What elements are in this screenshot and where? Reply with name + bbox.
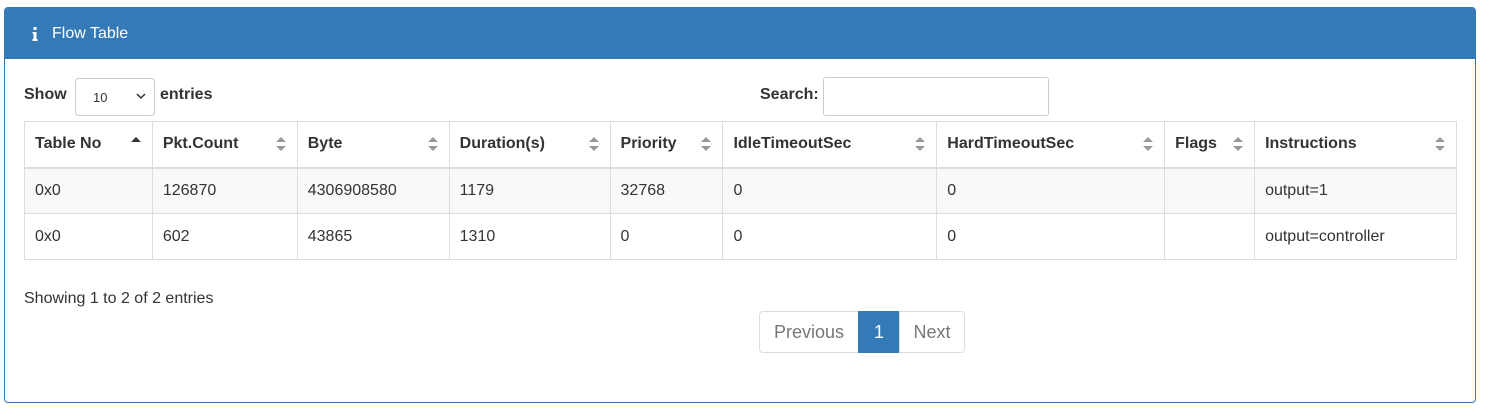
column-label: Byte xyxy=(307,135,343,153)
table-cell: 4306908580 xyxy=(296,167,450,214)
table-cell: 602 xyxy=(151,213,298,260)
column-label: Duration(s) xyxy=(459,135,545,153)
column-label: Priority xyxy=(620,135,677,153)
table-cell xyxy=(1164,213,1256,260)
sort-asc-icon xyxy=(130,137,141,142)
search-input[interactable] xyxy=(823,77,1049,116)
sort-both-icon xyxy=(275,137,286,151)
panel-heading: Flow Table xyxy=(5,8,1475,59)
sort-both-icon xyxy=(701,137,712,151)
table-row: 0x0 126870 4306908580 1179 32768 0 0 out… xyxy=(24,167,1457,214)
table-header-row: Table No Pkt.Count Byte Duration(s) Prio… xyxy=(24,121,1457,169)
column-label: Flags xyxy=(1175,135,1217,153)
chevron-down-icon xyxy=(136,93,146,100)
flow-table-panel: Flow Table Show 10 entries Search: Table… xyxy=(4,7,1476,403)
sort-both-icon xyxy=(1435,137,1445,151)
page-length-select[interactable]: 10 xyxy=(75,78,155,116)
sort-both-icon xyxy=(915,137,926,151)
sort-both-icon xyxy=(1233,137,1244,151)
table-cell: 0 xyxy=(936,167,1166,214)
page-1-button[interactable]: 1 xyxy=(858,311,900,353)
table-cell: output=controller xyxy=(1254,213,1457,260)
table-cell: 0x0 xyxy=(24,167,153,214)
table-cell: output=1 xyxy=(1254,167,1457,214)
table-cell xyxy=(1164,167,1256,214)
column-label: Pkt.Count xyxy=(162,135,239,153)
sort-both-icon xyxy=(1143,137,1154,151)
show-label: Show xyxy=(24,86,67,103)
sort-both-icon xyxy=(588,137,599,151)
table-cell: 0 xyxy=(936,213,1166,260)
column-label: HardTimeoutSec xyxy=(947,135,1075,153)
column-header-duration[interactable]: Duration(s) xyxy=(448,121,611,169)
next-button[interactable]: Next xyxy=(899,311,965,353)
column-header-table-no[interactable]: Table No xyxy=(24,121,153,169)
column-label: Table No xyxy=(35,135,102,153)
column-header-instructions[interactable]: Instructions xyxy=(1254,121,1457,169)
column-header-idle-timeout[interactable]: IdleTimeoutSec xyxy=(722,121,938,169)
table-cell: 0 xyxy=(722,167,938,214)
column-header-pkt-count[interactable]: Pkt.Count xyxy=(151,121,298,169)
column-header-hard-timeout[interactable]: HardTimeoutSec xyxy=(936,121,1166,169)
panel-title: Flow Table xyxy=(52,24,129,42)
table-row: 0x0 602 43865 1310 0 0 0 output=controll… xyxy=(24,213,1457,260)
column-label: IdleTimeoutSec xyxy=(733,135,852,153)
search-label: Search: xyxy=(760,86,819,103)
table-cell: 32768 xyxy=(609,167,724,214)
column-label: Instructions xyxy=(1265,135,1357,153)
column-header-flags[interactable]: Flags xyxy=(1164,121,1256,169)
table-cell: 1179 xyxy=(448,167,611,214)
table-cell: 0 xyxy=(722,213,938,260)
table-cell: 1310 xyxy=(448,213,611,260)
sort-both-icon xyxy=(427,137,438,151)
pagination: Previous 1 Next xyxy=(759,311,965,353)
table-cell: 0x0 xyxy=(24,213,153,260)
table-cell: 0 xyxy=(609,213,724,260)
column-header-byte[interactable]: Byte xyxy=(296,121,450,169)
column-header-priority[interactable]: Priority xyxy=(609,121,724,169)
table-cell: 126870 xyxy=(151,167,298,214)
table-info: Showing 1 to 2 of 2 entries xyxy=(24,290,214,307)
page-length-value: 10 xyxy=(93,89,108,105)
flow-table: Table No Pkt.Count Byte Duration(s) Prio… xyxy=(24,121,1457,260)
entries-label: entries xyxy=(160,86,213,103)
info-icon xyxy=(30,25,40,43)
table-cell: 43865 xyxy=(296,213,450,260)
previous-button[interactable]: Previous xyxy=(759,311,859,353)
